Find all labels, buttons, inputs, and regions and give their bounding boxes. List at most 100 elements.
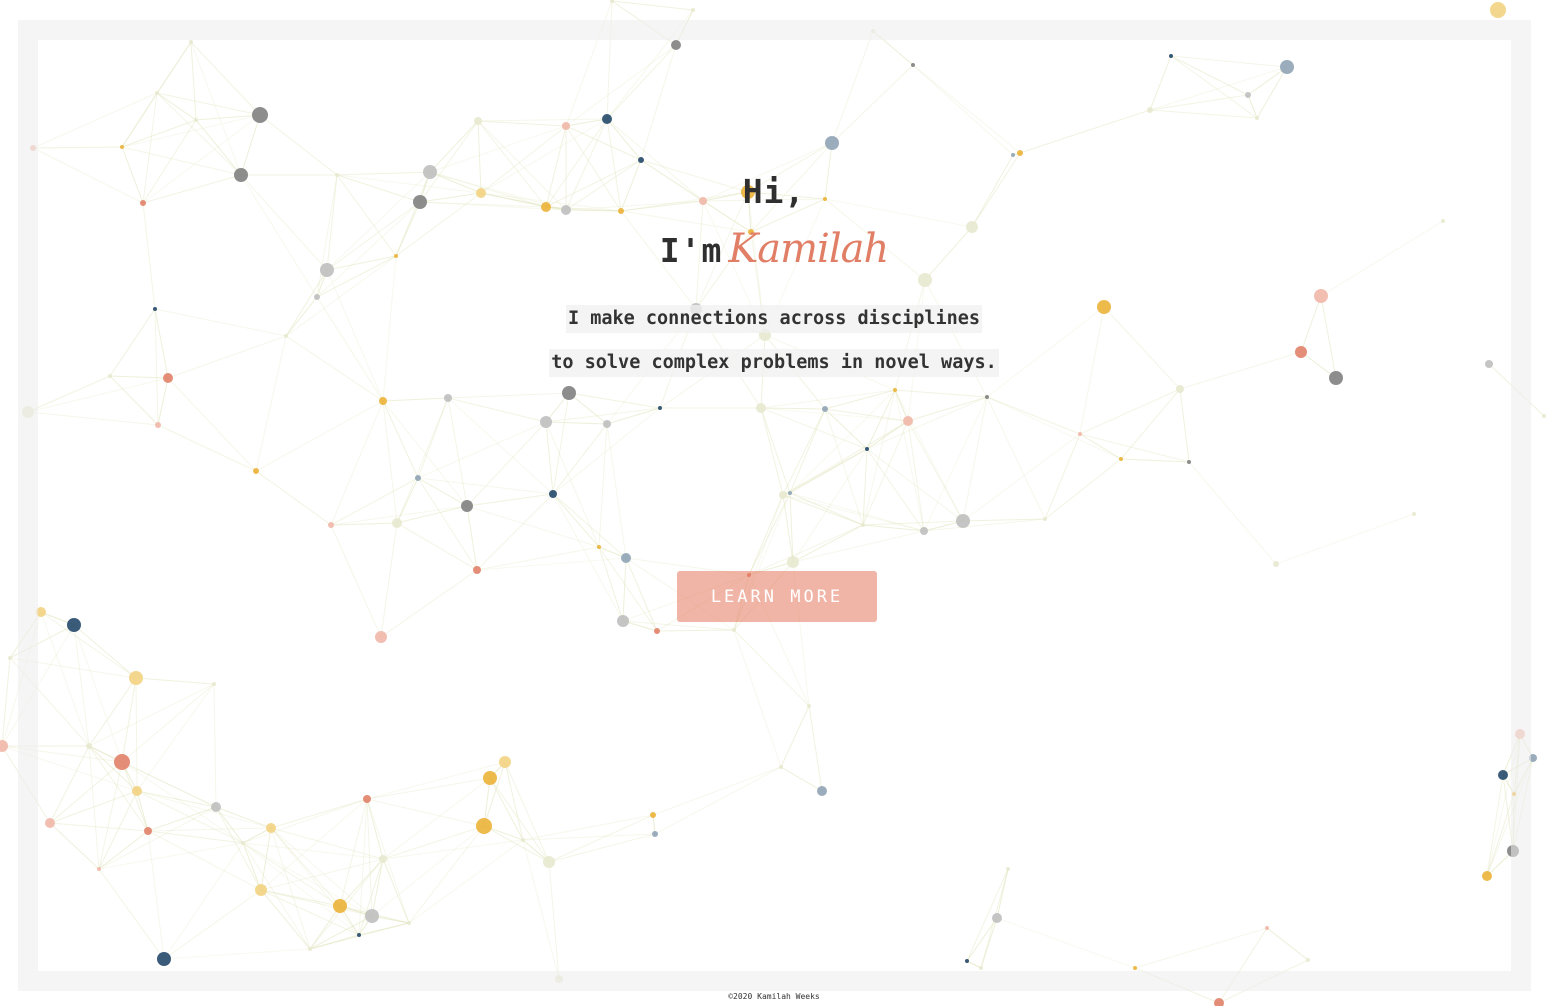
network-link xyxy=(1188,461,1277,565)
network-node xyxy=(650,812,656,818)
network-link xyxy=(9,657,90,747)
network-node xyxy=(603,420,611,428)
network-node xyxy=(392,518,402,528)
network-link xyxy=(545,421,608,425)
network-link xyxy=(49,822,149,832)
network-node xyxy=(155,422,161,428)
network-node xyxy=(375,631,387,643)
network-node xyxy=(779,765,783,769)
network-link xyxy=(782,420,909,496)
network-link xyxy=(568,392,608,425)
network-node xyxy=(1412,512,1416,516)
network-link xyxy=(1149,109,1258,119)
network-link xyxy=(606,407,661,425)
network-link xyxy=(27,411,159,426)
network-link xyxy=(504,761,524,841)
network-node xyxy=(756,403,766,413)
network-link xyxy=(98,806,217,870)
network-link xyxy=(789,492,864,526)
network-node xyxy=(1515,729,1525,739)
network-link xyxy=(986,396,1081,435)
network-node xyxy=(45,818,55,828)
network-node xyxy=(893,388,897,392)
network-node xyxy=(562,386,576,400)
network-link xyxy=(789,389,896,494)
network-link xyxy=(545,421,554,495)
network-link xyxy=(476,493,554,571)
network-node xyxy=(284,334,288,338)
network-link xyxy=(640,44,677,161)
network-link xyxy=(136,790,272,829)
network-node xyxy=(328,522,334,528)
tagline-line-1: I make connections across disciplines xyxy=(0,305,1548,333)
network-link xyxy=(147,827,272,832)
network-node xyxy=(1280,60,1294,74)
learn-more-button[interactable]: LEARN MORE xyxy=(677,571,877,622)
network-link xyxy=(656,629,735,632)
network-node xyxy=(189,40,193,44)
network-node xyxy=(521,838,525,842)
tagline-text-2: to solve complex problems in novel ways. xyxy=(549,349,999,377)
network-node xyxy=(562,122,570,130)
network-link xyxy=(40,611,137,679)
network-node xyxy=(979,966,983,970)
network-links xyxy=(1,0,1545,1004)
network-link xyxy=(760,407,791,494)
network-node xyxy=(314,294,320,300)
network-link xyxy=(260,889,373,917)
network-node xyxy=(1265,926,1269,930)
network-link xyxy=(1170,55,1258,119)
network-link xyxy=(408,839,524,924)
network-link xyxy=(32,92,158,149)
network-link xyxy=(190,41,242,176)
network-link xyxy=(417,477,468,507)
network-link xyxy=(808,705,823,792)
network-link xyxy=(447,392,570,399)
network-node xyxy=(1507,845,1519,857)
network-node xyxy=(549,490,557,498)
network-node xyxy=(255,884,267,896)
network-link xyxy=(831,30,874,144)
network-node xyxy=(114,754,130,770)
network-link xyxy=(760,407,868,450)
network-link xyxy=(483,761,506,827)
network-node xyxy=(461,500,473,512)
network-link xyxy=(1012,109,1151,156)
network-node xyxy=(1529,754,1537,762)
network-link xyxy=(760,407,784,496)
network-link xyxy=(9,611,42,659)
network-node xyxy=(241,841,245,845)
network-link xyxy=(1120,388,1181,460)
network-link xyxy=(270,798,368,829)
network-link xyxy=(366,777,491,800)
network-link xyxy=(568,392,661,409)
intro-prefix: I'm xyxy=(659,231,723,270)
network-link xyxy=(255,400,384,472)
network-link xyxy=(477,118,608,122)
network-node xyxy=(965,959,969,963)
network-node xyxy=(157,952,171,966)
network-node xyxy=(617,615,629,627)
network-node xyxy=(540,416,552,428)
network-link xyxy=(147,830,262,891)
network-link xyxy=(606,44,677,120)
network-node xyxy=(1078,432,1082,436)
network-node xyxy=(473,566,481,574)
network-node xyxy=(36,607,46,617)
network-link xyxy=(598,423,608,548)
network-node xyxy=(474,117,482,125)
network-node xyxy=(476,818,492,834)
network-node xyxy=(1255,116,1259,120)
network-node xyxy=(732,628,736,632)
network-link xyxy=(789,492,925,532)
network-link xyxy=(447,397,547,423)
network-node xyxy=(499,756,511,768)
network-node xyxy=(1043,517,1047,521)
network-node xyxy=(1306,958,1310,962)
network-link xyxy=(466,421,547,507)
network-link xyxy=(121,146,242,176)
network-node xyxy=(22,406,34,418)
network-node xyxy=(1169,54,1173,58)
name-script: Kamilah xyxy=(728,226,889,272)
network-node xyxy=(253,468,259,474)
